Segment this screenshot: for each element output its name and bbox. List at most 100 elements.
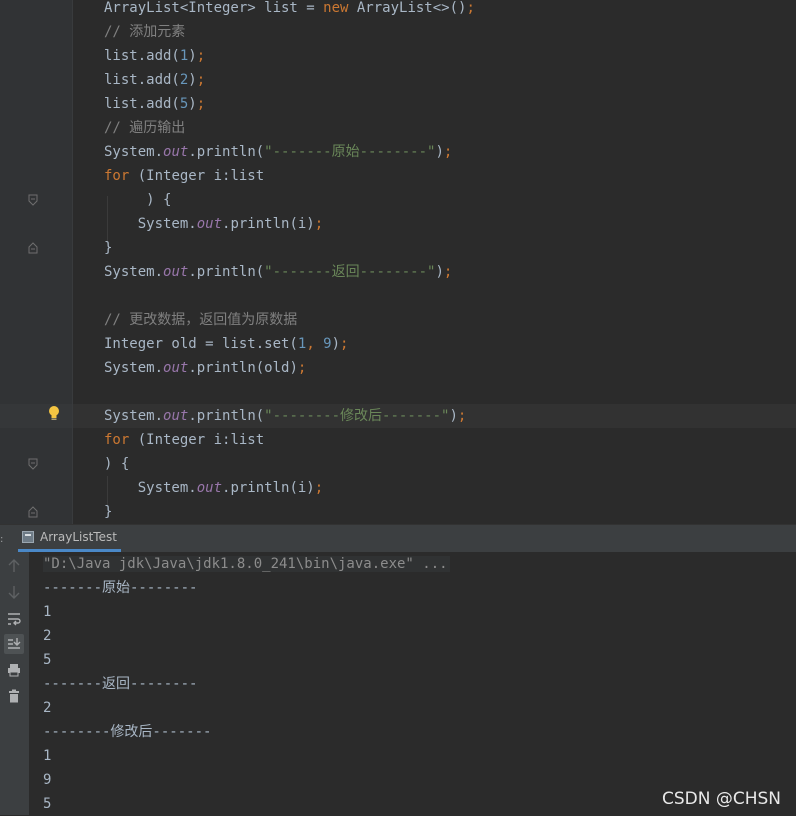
code-token: ) <box>331 336 341 352</box>
fold-marker-icon[interactable] <box>28 506 38 518</box>
code-line[interactable]: ) { <box>104 188 171 212</box>
code-token: .println(i) <box>222 216 315 232</box>
code-token: ) { <box>104 192 172 208</box>
code-line[interactable]: list.add(2); <box>104 68 205 92</box>
fold-marker-icon[interactable] <box>28 458 38 470</box>
code-line[interactable]: list.add(1); <box>104 44 205 68</box>
code-token: // <box>104 120 130 136</box>
watermark: CSDN @CHSN <box>661 789 781 809</box>
code-token: // <box>104 24 130 40</box>
console-line: 5 <box>43 796 52 812</box>
code-line[interactable]: System.out.println(i); <box>104 212 323 236</box>
console-line: 1 <box>43 748 52 764</box>
code-line[interactable]: System.out.println("--------修改后-------")… <box>104 404 466 428</box>
code-token: ArrayList<>() <box>348 0 467 16</box>
code-line[interactable]: System.out.println("-------原始--------"); <box>104 140 452 164</box>
code-line[interactable]: System.out.println(i); <box>104 476 323 500</box>
tab-label: ArrayListTest <box>40 530 117 544</box>
code-token: ; <box>314 480 324 496</box>
gutter-divider <box>72 0 73 524</box>
code-token: out <box>196 216 223 232</box>
code-line[interactable]: } <box>104 500 112 524</box>
console-line: 5 <box>43 652 52 668</box>
run-config-icon <box>22 531 34 543</box>
tab-run-arraylisttest[interactable]: ArrayListTest <box>18 525 121 552</box>
lightbulb-icon[interactable] <box>47 405 61 423</box>
code-token: 修改后 <box>340 408 383 424</box>
code-token: "-------- <box>264 408 341 424</box>
code-token: new <box>323 0 349 16</box>
code-token: .println( <box>188 264 265 280</box>
code-token: 更改数据，返回值为原数据 <box>129 312 298 328</box>
code-line[interactable]: list.add(5); <box>104 92 205 116</box>
code-line[interactable]: Integer old = list.set(1, 9); <box>104 332 348 356</box>
code-token: System. <box>104 144 164 160</box>
code-token: (Integer i:list <box>129 168 265 184</box>
code-token: 原始 <box>331 144 360 160</box>
code-token: ) <box>188 48 197 64</box>
code-line[interactable]: // 遍历输出 <box>104 116 185 140</box>
print-icon[interactable] <box>4 660 24 680</box>
code-line[interactable]: ArrayList<Integer> list = new ArrayList<… <box>104 0 475 20</box>
console-line: -------返回-------- <box>43 676 198 692</box>
code-token: System. <box>104 408 164 424</box>
code-token: System. <box>104 216 197 232</box>
code-line[interactable]: for (Integer i:list <box>104 428 264 452</box>
code-token: list.add( <box>104 48 180 64</box>
editor-gutter <box>0 0 72 524</box>
code-token: ArrayList<Integer> list = <box>104 0 324 16</box>
code-line[interactable]: } <box>104 236 112 260</box>
code-token: 9 <box>323 336 332 352</box>
code-token: list.add( <box>104 96 180 112</box>
code-token: // <box>104 312 130 328</box>
code-token: ) { <box>104 456 130 472</box>
code-line[interactable]: System.out.println("-------返回--------"); <box>104 260 452 284</box>
run-tool-window-header: ArrayListTest <box>0 524 796 552</box>
code-token: ; <box>466 0 475 16</box>
code-token: ) <box>435 144 444 160</box>
code-token: 返回 <box>331 264 360 280</box>
scroll-to-end-icon[interactable] <box>4 634 24 654</box>
run-toolbar <box>0 552 29 815</box>
code-line[interactable]: // 更改数据，返回值为原数据 <box>104 308 297 332</box>
fold-marker-icon[interactable] <box>28 194 38 206</box>
code-line[interactable]: for (Integer i:list <box>104 164 264 188</box>
code-token: ) <box>449 408 458 424</box>
code-token: out <box>163 408 189 424</box>
code-token: ; <box>196 96 206 112</box>
code-token: --------" <box>359 264 436 280</box>
code-token: "------- <box>264 144 332 160</box>
console-output[interactable]: "D:\Java jdk\Java\jdk1.8.0_241\bin\java.… <box>29 552 796 815</box>
code-editor[interactable]: ArrayList<Integer> list = new ArrayList<… <box>0 0 796 524</box>
code-token: System. <box>104 480 197 496</box>
code-token: ; <box>443 264 453 280</box>
code-token: ; <box>340 336 349 352</box>
code-line[interactable]: // 添加元素 <box>104 20 185 44</box>
console-line: 9 <box>43 772 52 788</box>
arrow-down-icon[interactable] <box>4 582 24 602</box>
code-token: ) <box>188 96 197 112</box>
code-token: System. <box>104 264 164 280</box>
code-token: , <box>306 336 324 352</box>
code-token: for <box>104 168 130 184</box>
soft-wrap-icon[interactable] <box>4 609 24 629</box>
code-token: .println(i) <box>222 480 315 496</box>
code-token: ; <box>196 48 206 64</box>
console-line: 2 <box>43 628 52 644</box>
fold-marker-icon[interactable] <box>28 242 38 254</box>
code-token: out <box>163 144 189 160</box>
code-token: ; <box>297 360 307 376</box>
trash-icon[interactable] <box>4 686 24 706</box>
code-token: out <box>163 360 189 376</box>
panel-options-icon[interactable]: : <box>0 534 3 545</box>
code-token: .println( <box>188 408 265 424</box>
arrow-up-icon[interactable] <box>4 556 24 576</box>
code-token: 遍历输出 <box>129 120 186 136</box>
console-line: -------原始-------- <box>43 580 198 596</box>
code-token: out <box>196 480 223 496</box>
code-token: ; <box>196 72 206 88</box>
code-line[interactable]: ) { <box>104 452 129 476</box>
code-token: ; <box>443 144 453 160</box>
code-token: ; <box>457 408 467 424</box>
code-line[interactable]: System.out.println(old); <box>104 356 306 380</box>
